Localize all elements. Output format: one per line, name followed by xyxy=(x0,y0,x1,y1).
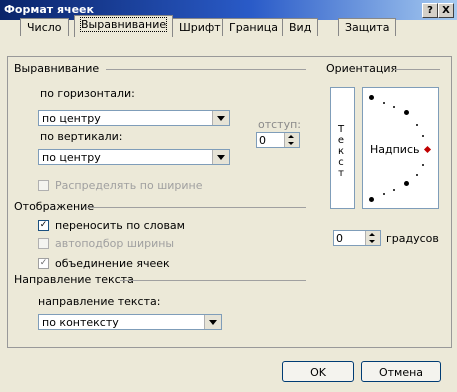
vertical-text-label: Текст xyxy=(337,124,345,179)
dial-tick xyxy=(393,189,395,191)
dial-marker-minus90 xyxy=(369,197,374,202)
dial-tick xyxy=(422,164,424,166)
tab-border[interactable]: Граница xyxy=(222,18,286,36)
direction-group-divider xyxy=(120,280,306,281)
text-direction-label: направление текста: xyxy=(38,295,161,308)
vertical-label: по вертикали: xyxy=(40,130,123,143)
indent-value: 0 xyxy=(259,134,266,147)
spinner-arrows-icon[interactable] xyxy=(365,231,380,245)
vertical-text-toggle[interactable]: Текст xyxy=(330,87,355,209)
orientation-group-divider xyxy=(394,69,440,70)
merge-cells-label: объединение ячеек xyxy=(55,257,170,270)
dial-tick xyxy=(416,174,418,176)
merge-cells-checkbox[interactable]: ✓ xyxy=(38,258,49,269)
shrink-to-fit-checkbox[interactable] xyxy=(38,238,49,249)
ok-button[interactable]: OK xyxy=(282,361,354,382)
degrees-label: градусов xyxy=(386,232,439,245)
alignment-group-label: Выравнивание xyxy=(14,62,100,75)
chevron-down-icon[interactable] xyxy=(204,315,221,329)
chevron-down-icon[interactable] xyxy=(212,111,229,125)
shrink-to-fit-label: автоподбор ширины xyxy=(55,237,175,250)
dial-tick xyxy=(393,106,395,108)
dial-tick xyxy=(416,124,418,126)
distribute-label: Распределять по ширине xyxy=(55,179,203,192)
dial-marker-45 xyxy=(404,110,409,115)
close-button[interactable]: X xyxy=(438,3,454,18)
dial-tick xyxy=(422,135,424,137)
chevron-down-icon[interactable] xyxy=(212,150,229,164)
orientation-text-label: Надпись xyxy=(370,143,420,156)
text-direction-value: по контексту xyxy=(42,316,119,329)
distribute-checkbox[interactable] xyxy=(38,180,49,191)
cancel-button[interactable]: Отмена xyxy=(361,361,441,382)
dial-marker-90 xyxy=(369,95,374,100)
horizontal-select-value: по центру xyxy=(42,112,101,125)
indent-spinner[interactable]: 0 xyxy=(256,132,300,148)
horizontal-label: по горизонтали: xyxy=(40,87,135,100)
indent-label: отступ: xyxy=(258,118,302,131)
orientation-dial[interactable]: Надпись xyxy=(362,87,439,209)
display-group-divider xyxy=(86,207,306,208)
wrap-text-label: переносить по словам xyxy=(55,219,185,232)
wrap-text-checkbox[interactable]: ✓ xyxy=(38,220,49,231)
dial-tick xyxy=(383,193,385,195)
vertical-select-value: по центру xyxy=(42,151,101,164)
direction-group-label: Направление текста xyxy=(14,273,134,286)
orientation-group-label: Ориентация xyxy=(326,62,398,75)
help-button[interactable]: ? xyxy=(422,3,438,18)
format-cells-dialog: Формат ячеек ? X Число Выравнивание Шриф… xyxy=(0,0,457,392)
vertical-select[interactable]: по центру xyxy=(38,149,230,165)
tab-number[interactable]: Число xyxy=(20,18,69,36)
degrees-value: 0 xyxy=(336,232,343,245)
tab-alignment[interactable]: Выравнивание xyxy=(74,15,174,37)
horizontal-select[interactable]: по центру xyxy=(38,110,230,126)
tab-font[interactable]: Шрифт xyxy=(172,18,228,36)
spinner-arrows-icon[interactable] xyxy=(284,133,299,147)
degrees-spinner[interactable]: 0 xyxy=(333,230,381,246)
display-group-label: Отображение xyxy=(14,200,95,213)
dial-handle-icon[interactable] xyxy=(423,145,432,154)
tab-protection[interactable]: Защита xyxy=(338,18,397,36)
alignment-group-divider xyxy=(106,69,306,70)
tab-fill[interactable]: Вид xyxy=(282,18,319,36)
dial-marker-minus45 xyxy=(404,181,409,186)
text-direction-select[interactable]: по контексту xyxy=(38,314,222,330)
dial-tick xyxy=(383,102,385,104)
title-bar: Формат ячеек ? X xyxy=(0,0,457,20)
